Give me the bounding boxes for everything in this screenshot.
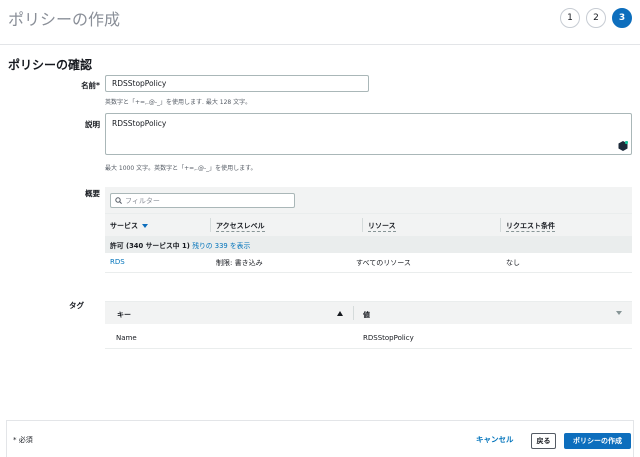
column-service[interactable]: サービス (110, 221, 148, 231)
table-row: RDS 制限: 書き込み すべてのリソース なし (105, 253, 632, 273)
required-note: * 必須 (13, 436, 33, 444)
sort-toggle-icon[interactable] (616, 311, 622, 315)
summary-header-row: サービス アクセスレベル リソース リクエスト条件 (105, 214, 632, 236)
step-2[interactable]: 2 (586, 8, 606, 28)
column-key[interactable]: キー (117, 310, 131, 320)
column-divider (362, 218, 363, 232)
condition-cell: なし (506, 259, 520, 267)
tags-header-row: キー 値 (105, 301, 632, 324)
description-textarea[interactable]: RDSStopPolicy (105, 113, 632, 155)
sort-desc-icon (142, 224, 148, 228)
allow-group-label: 許可 (340 サービス中 1) (110, 242, 190, 250)
tag-key-cell: Name (116, 334, 137, 342)
filter-bar: フィルター (105, 187, 632, 214)
footer-bar: * 必須 キャンセル 戻る ポリシーの作成 (6, 420, 634, 457)
column-divider (353, 306, 354, 320)
service-link[interactable]: RDS (110, 258, 125, 266)
step-3[interactable]: 3 (612, 8, 632, 28)
sort-asc-icon[interactable] (337, 311, 343, 316)
search-icon (115, 197, 122, 204)
tag-value-cell: RDSStopPolicy (363, 334, 414, 342)
description-label: 説明 (85, 120, 100, 129)
filter-input[interactable]: フィルター (110, 193, 295, 208)
step-1[interactable]: 1 (560, 8, 580, 28)
show-remaining-link[interactable]: 残りの 339 を表示 (192, 242, 250, 250)
step-indicator: 1 2 3 (560, 8, 632, 28)
section-title: ポリシーの確認 (8, 58, 93, 72)
summary-table: フィルター サービス アクセスレベル リソース リクエスト条件 許可 (340 … (105, 187, 632, 273)
column-value[interactable]: 値 (363, 310, 370, 320)
column-resource[interactable]: リソース (368, 221, 396, 232)
header-divider (0, 44, 640, 45)
cancel-button[interactable]: キャンセル (476, 434, 514, 445)
table-row: Name RDSStopPolicy (105, 324, 632, 349)
name-label: 名前* (81, 81, 100, 90)
back-button[interactable]: 戻る (531, 433, 556, 449)
column-request-condition[interactable]: リクエスト条件 (506, 221, 555, 232)
grammarly-icon[interactable] (618, 141, 628, 151)
column-divider (210, 218, 211, 232)
filter-placeholder: フィルター (125, 197, 160, 205)
tags-table: キー 値 Name RDSStopPolicy (105, 301, 632, 349)
column-access-level[interactable]: アクセスレベル (216, 221, 265, 232)
create-policy-button[interactable]: ポリシーの作成 (564, 433, 631, 449)
resource-cell: すべてのリソース (356, 259, 411, 267)
name-input[interactable]: RDSStopPolicy (105, 75, 369, 92)
column-divider (500, 218, 501, 232)
description-value: RDSStopPolicy (112, 119, 167, 128)
name-hint: 英数字と「+=,.@-_」を使用します. 最大 128 文字。 (105, 99, 252, 106)
description-hint: 最大 1000 文字。英数字と「+=,.@-_」を使用します。 (105, 165, 257, 172)
page-title: ポリシーの作成 (8, 10, 121, 29)
summary-label: 概要 (85, 189, 100, 198)
allow-group-row: 許可 (340 サービス中 1) 残りの 339 を表示 (105, 236, 632, 253)
tags-label: タグ (69, 301, 84, 310)
access-level-cell: 制限: 書き込み (216, 259, 263, 267)
